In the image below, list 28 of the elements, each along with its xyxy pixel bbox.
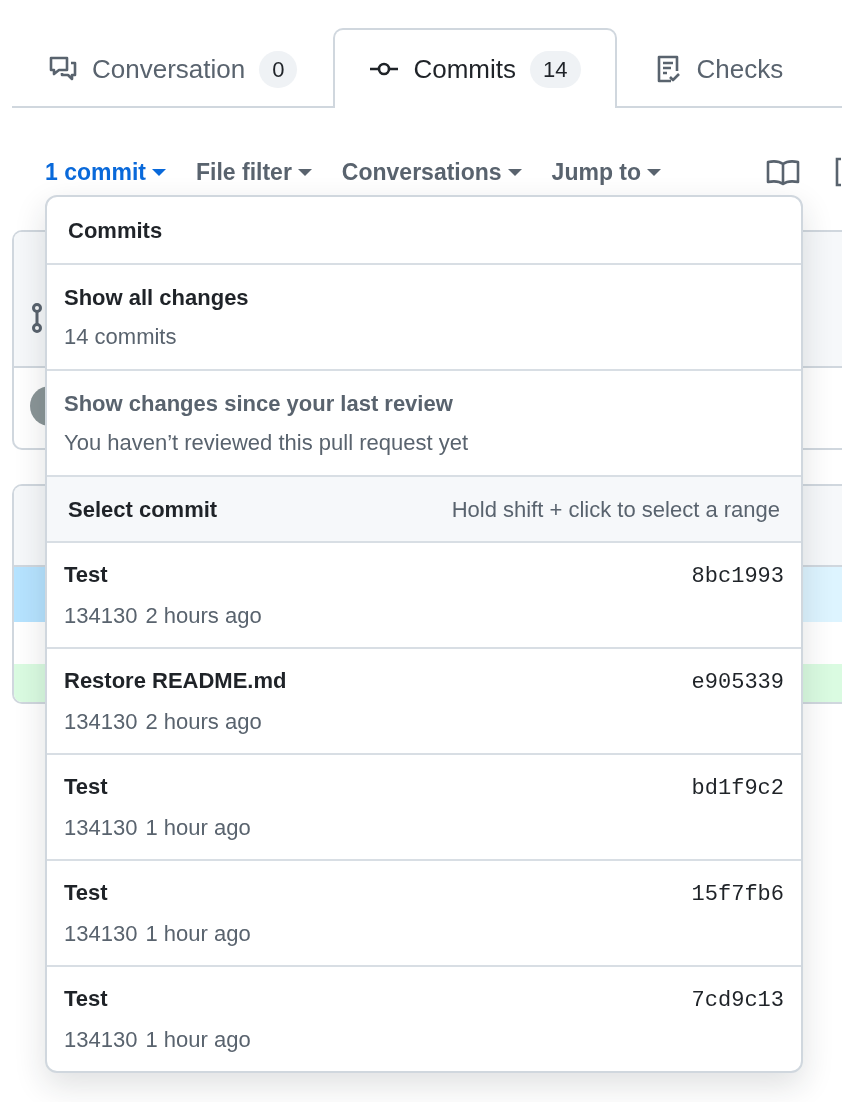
book-icon [766, 158, 800, 186]
counter: 0 [259, 50, 298, 88]
tab-label: Conversation [92, 52, 246, 86]
tab[interactable]: Checks [616, 28, 820, 108]
menu-option[interactable]: Show all changes 14 commits [47, 263, 801, 369]
caret-icon [152, 168, 166, 176]
counter: 14 [530, 50, 581, 88]
hint-text: Hold shift + click to select a range [451, 495, 780, 524]
commit-item[interactable]: Test 15f7fb6 134130 1 hour ago [47, 859, 801, 965]
filter-dropdown[interactable]: File filter [196, 154, 312, 190]
filter-dropdown[interactable]: Jump to [551, 154, 662, 190]
filter-dropdown[interactable]: 1 commit [45, 154, 166, 190]
commit-item[interactable]: Test 7cd9c13 134130 1 hour ago [47, 965, 801, 1071]
section-title: Select commit [68, 495, 218, 524]
tab[interactable]: Commits 14 [333, 28, 617, 108]
branch-icon [30, 303, 44, 334]
caret-icon [297, 168, 312, 176]
commit-item[interactable]: Test bd1f9c2 134130 1 hour ago [47, 753, 801, 859]
tab[interactable]: Conversation 0 [12, 28, 334, 108]
filter-dropdown[interactable]: Conversations [341, 154, 522, 190]
caret-icon [647, 168, 662, 176]
commit-item[interactable]: Restore README.md e905339 134130 2 hours ago [47, 647, 801, 753]
panel-icon [834, 157, 842, 187]
caret-icon [507, 168, 522, 176]
tab-label: Commits [413, 52, 516, 86]
commit-item[interactable]: Test 8bc1993 134130 2 hours ago [47, 541, 801, 647]
tab-label: Checks [696, 52, 784, 86]
menu-title: Commits [68, 216, 163, 245]
